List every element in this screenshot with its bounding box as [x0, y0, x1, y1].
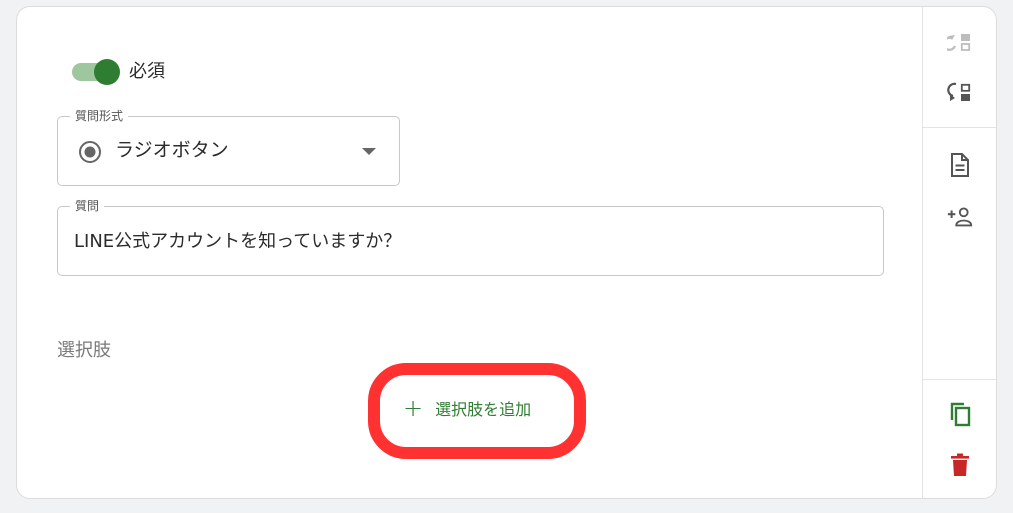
question-field[interactable]: 質問: [57, 198, 884, 276]
question-input[interactable]: [74, 225, 864, 255]
question-card: 必須 質問形式 ラジオボタン 質問 選択肢 + 選択肢を追加: [16, 6, 997, 499]
toggle-knob: [94, 59, 120, 85]
add-choice-button[interactable]: + 選択肢を追加: [395, 391, 539, 425]
add-choice-label: 選択肢を追加: [435, 400, 532, 419]
required-label: 必須: [129, 61, 165, 82]
move-up-icon[interactable]: [946, 29, 974, 57]
required-toggle[interactable]: [72, 59, 120, 85]
add-person-icon[interactable]: [946, 203, 974, 231]
delete-icon[interactable]: [946, 451, 974, 479]
question-type-select[interactable]: 質問形式 ラジオボタン: [57, 108, 400, 186]
toolbar-divider: [923, 379, 996, 380]
side-toolbar: [922, 7, 996, 498]
move-down-icon[interactable]: [946, 79, 974, 107]
question-type-value: ラジオボタン: [115, 139, 229, 161]
toolbar-divider: [923, 127, 996, 128]
plus-icon: +: [403, 394, 424, 422]
copy-icon[interactable]: [946, 401, 974, 429]
radio-button-icon: [78, 140, 102, 164]
question-type-legend: 質問形式: [70, 108, 129, 124]
question-legend: 質問: [70, 198, 105, 214]
choices-label: 選択肢: [57, 340, 111, 361]
document-icon[interactable]: [946, 151, 974, 179]
chevron-down-icon[interactable]: [362, 148, 376, 155]
